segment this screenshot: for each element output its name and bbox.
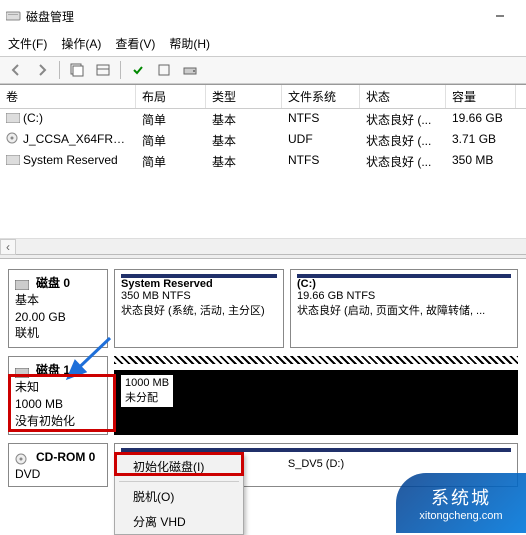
app-icon: [6, 9, 22, 24]
disk-1-info[interactable]: 磁盘 1 未知 1000 MB 没有初始化: [8, 356, 108, 435]
title-bar: 磁盘管理: [0, 0, 526, 32]
cdrom-info[interactable]: CD-ROM 0 DVD: [8, 443, 108, 487]
table-row[interactable]: (C:)简单基本NTFS状态良好 (...19.66 GB: [0, 109, 526, 130]
disk-0-row: 磁盘 0 基本 20.00 GB 联机 System Reserved 350 …: [8, 269, 518, 348]
toolbar-icon-5[interactable]: [178, 59, 202, 81]
disk-1-hatch: [114, 356, 518, 364]
menu-bar: 文件(F) 操作(A) 查看(V) 帮助(H): [0, 32, 526, 56]
partition-system-reserved[interactable]: System Reserved 350 MB NTFS 状态良好 (系统, 活动…: [114, 269, 284, 348]
volume-icon: [6, 112, 20, 122]
disk-icon: [15, 366, 29, 376]
window-title: 磁盘管理: [26, 8, 74, 25]
disk-icon: [15, 278, 29, 288]
col-volume[interactable]: 卷: [0, 85, 136, 108]
cdrom-type: DVD: [15, 466, 101, 483]
disk-map: 磁盘 0 基本 20.00 GB 联机 System Reserved 350 …: [0, 259, 526, 487]
toolbar-icon-4[interactable]: [152, 59, 176, 81]
cdrom-title: CD-ROM 0: [36, 449, 95, 466]
volume-icon: [6, 132, 20, 142]
col-status[interactable]: 状态: [360, 85, 446, 108]
toolbar: [0, 56, 526, 84]
minimize-button[interactable]: [480, 4, 520, 28]
menu-file[interactable]: 文件(F): [8, 35, 47, 52]
table-row[interactable]: J_CCSA_X64FRE_...简单基本UDF状态良好 (...3.71 GB: [0, 130, 526, 151]
volume-list: 卷 布局 类型 文件系统 状态 容量 (C:)简单基本NTFS状态良好 (...…: [0, 84, 526, 254]
col-fs[interactable]: 文件系统: [282, 85, 360, 108]
menu-action[interactable]: 操作(A): [61, 35, 101, 52]
cd-icon: [15, 453, 29, 463]
menu-offline[interactable]: 脱机(O): [115, 484, 243, 509]
partition-unallocated[interactable]: 1000 MB未分配: [114, 370, 518, 435]
disk-1-size: 1000 MB: [15, 396, 101, 413]
disk-0-state: 联机: [15, 325, 101, 342]
menu-initialize-disk[interactable]: 初始化磁盘(I): [115, 454, 243, 479]
disk-1-state: 没有初始化: [15, 413, 101, 430]
menu-help[interactable]: 帮助(H): [169, 35, 210, 52]
context-menu: 初始化磁盘(I) 脱机(O) 分离 VHD: [114, 453, 244, 535]
col-capacity[interactable]: 容量: [446, 85, 516, 108]
disk-0-type: 基本: [15, 292, 101, 309]
disk-1-type: 未知: [15, 379, 101, 396]
disk-1-title: 磁盘 1: [36, 362, 70, 379]
disk-0-size: 20.00 GB: [15, 309, 101, 326]
volume-list-header: 卷 布局 类型 文件系统 状态 容量: [0, 85, 526, 109]
toolbar-icon-3[interactable]: [126, 59, 150, 81]
partition-c[interactable]: (C:) 19.66 GB NTFS 状态良好 (启动, 页面文件, 故障转储,…: [290, 269, 518, 348]
disk-0-info[interactable]: 磁盘 0 基本 20.00 GB 联机: [8, 269, 108, 348]
menu-detach-vhd[interactable]: 分离 VHD: [115, 509, 243, 534]
col-type[interactable]: 类型: [206, 85, 282, 108]
toolbar-icon-2[interactable]: [91, 59, 115, 81]
forward-button[interactable]: [30, 59, 54, 81]
volume-icon: [6, 154, 20, 164]
scroll-left-button[interactable]: ‹: [0, 239, 16, 255]
col-layout[interactable]: 布局: [136, 85, 206, 108]
refresh-icon[interactable]: [65, 59, 89, 81]
hscroll[interactable]: ‹: [0, 238, 526, 254]
menu-view[interactable]: 查看(V): [115, 35, 155, 52]
table-row[interactable]: System Reserved简单基本NTFS状态良好 (...350 MB: [0, 151, 526, 172]
disk-0-title: 磁盘 0: [36, 275, 70, 292]
disk-1-row: 磁盘 1 未知 1000 MB 没有初始化 1000 MB未分配: [8, 356, 518, 435]
watermark: 系统城 xitongcheng.com: [396, 473, 526, 533]
back-button[interactable]: [4, 59, 28, 81]
